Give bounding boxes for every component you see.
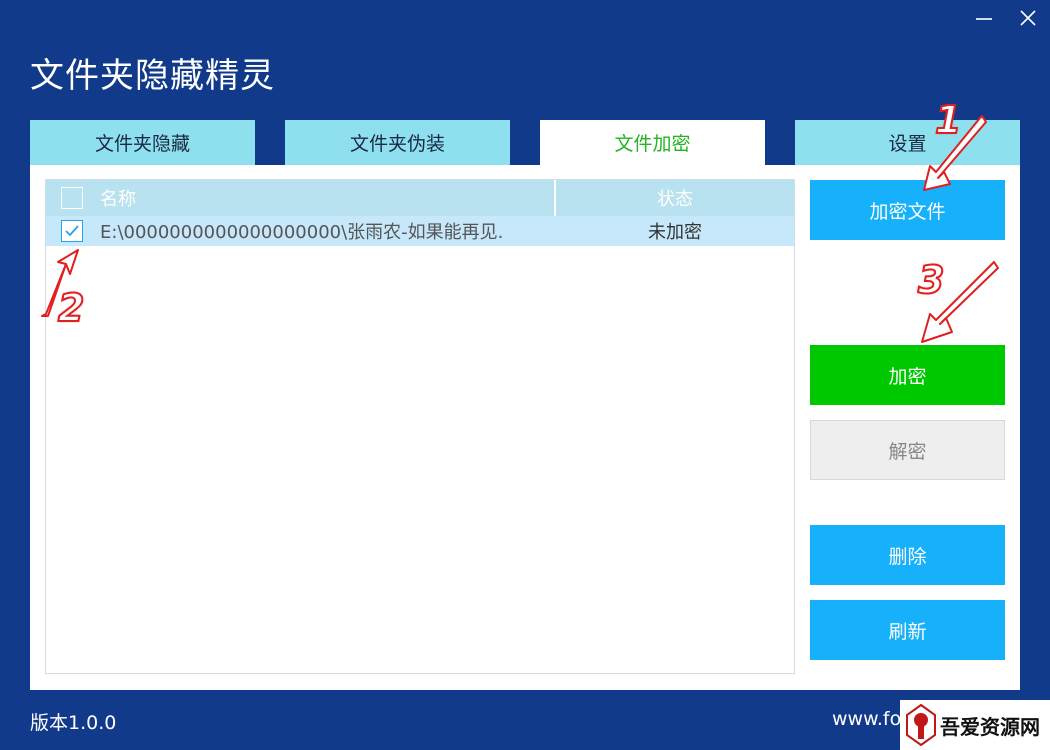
watermark: 吾爱资源网 [900, 700, 1050, 750]
file-encrypt-panel: 名称 状态 E:\0000000000000000000\张雨农-如果能再见. … [30, 165, 1020, 690]
add-file-button[interactable]: 加密文件 [810, 180, 1005, 240]
refresh-button[interactable]: 刷新 [810, 600, 1005, 660]
tab-settings[interactable]: 设置 [795, 120, 1020, 165]
website-link[interactable]: www.fo [832, 708, 901, 730]
list-header: 名称 状态 [46, 180, 794, 216]
column-header-name[interactable]: 名称 [98, 180, 556, 216]
watermark-text: 吾爱资源网 [940, 714, 1040, 739]
file-list: 名称 状态 E:\0000000000000000000\张雨农-如果能再见. … [45, 179, 795, 674]
tab-file-encrypt[interactable]: 文件加密 [540, 120, 765, 165]
select-all-checkbox[interactable] [61, 187, 83, 209]
encrypt-button[interactable]: 加密 [810, 345, 1005, 405]
decrypt-button[interactable]: 解密 [810, 420, 1005, 480]
delete-button[interactable]: 删除 [810, 525, 1005, 585]
annotation-number: 1 [934, 97, 962, 143]
close-icon [1020, 10, 1036, 26]
version-label: 版本1.0.0 [30, 712, 117, 734]
close-button[interactable] [1014, 8, 1042, 36]
checkmark-icon [65, 225, 79, 237]
table-row[interactable]: E:\0000000000000000000\张雨农-如果能再见. 未加密 [46, 216, 794, 246]
minimize-button[interactable] [970, 8, 998, 36]
file-path: E:\0000000000000000000\张雨农-如果能再见. [100, 222, 504, 243]
tab-bar: 文件夹隐藏 文件夹伪装 文件加密 设置 [30, 120, 1020, 165]
annotation-number: 3 [917, 257, 945, 303]
file-status: 未加密 [648, 222, 702, 243]
watermark-logo-icon [906, 703, 936, 747]
row-checkbox[interactable] [61, 220, 83, 242]
tab-folder-hide[interactable]: 文件夹隐藏 [30, 120, 255, 165]
app-title: 文件夹隐藏精灵 [30, 56, 275, 96]
annotation-number: 2 [57, 285, 85, 331]
tab-folder-disguise[interactable]: 文件夹伪装 [285, 120, 510, 165]
minimize-icon [976, 18, 992, 20]
column-header-status[interactable]: 状态 [556, 185, 794, 211]
